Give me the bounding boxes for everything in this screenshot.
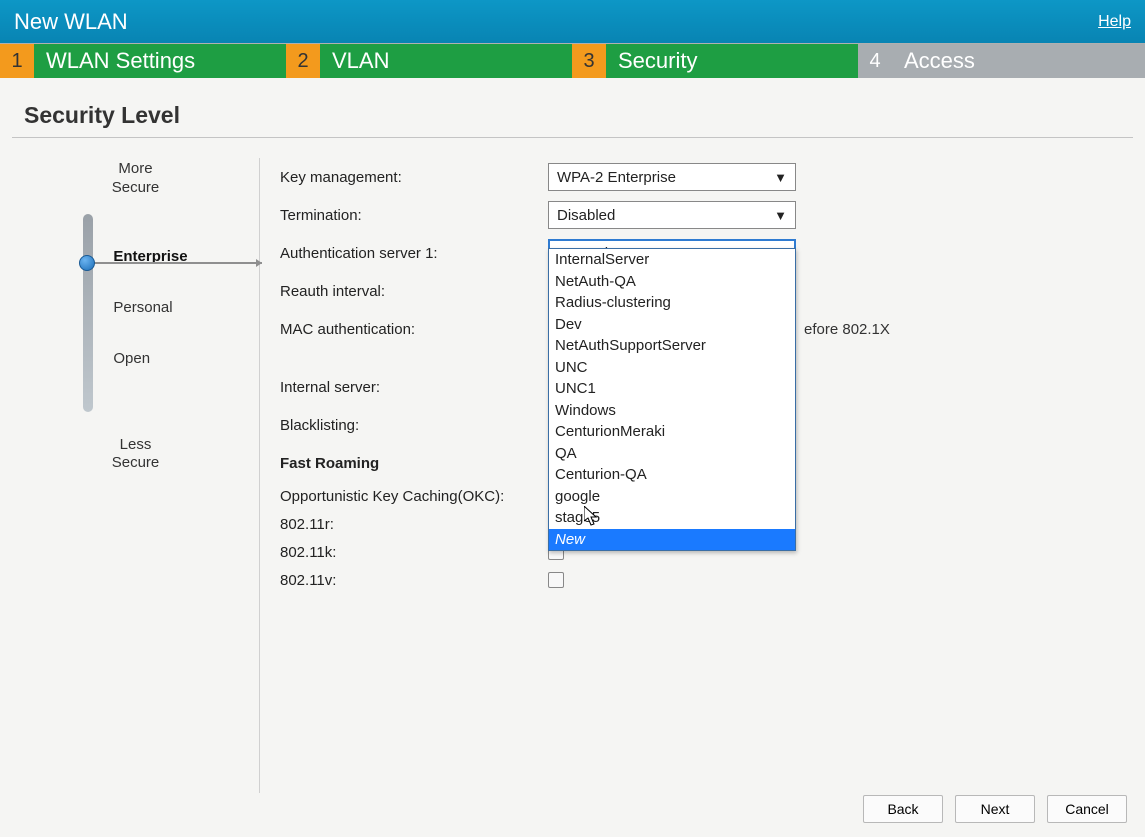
tab-wlan-settings[interactable]: 1 WLAN Settings [0, 44, 286, 78]
slider-box: Enterprise Personal Open [83, 208, 187, 412]
dropdown-item-new[interactable]: New [549, 529, 795, 551]
key-management-row: Key management: WPA-2 Enterprise ▼ [280, 158, 1133, 196]
termination-label: Termination: [280, 207, 548, 224]
dropdown-item[interactable]: google [549, 486, 795, 508]
internal-server-label: Internal server: [280, 379, 548, 396]
level-open[interactable]: Open [113, 350, 187, 367]
mac-auth-label: MAC authentication: [280, 321, 548, 338]
tab-number: 1 [0, 44, 34, 78]
dropdown-item[interactable]: NetAuth-QA [549, 271, 795, 293]
cursor-icon [584, 506, 600, 528]
okc-label: Opportunistic Key Caching(OKC): [280, 488, 548, 505]
tab-access[interactable]: 4 Access [858, 44, 1145, 78]
slider-levels: Enterprise Personal Open [113, 248, 187, 367]
dropdown-item[interactable]: UNC1 [549, 378, 795, 400]
tab-number: 2 [286, 44, 320, 78]
tab-label: WLAN Settings [34, 44, 286, 78]
security-slider-knob[interactable] [79, 255, 95, 271]
more-secure-label: More Secure [112, 160, 160, 198]
blacklisting-label: Blacklisting: [280, 417, 548, 434]
dot11r-label: 802.11r: [280, 516, 548, 533]
wizard-tabs: 1 WLAN Settings 2 VLAN 3 Security 4 Acce… [0, 44, 1145, 78]
termination-select[interactable]: Disabled ▼ [548, 201, 796, 229]
tab-number: 3 [572, 44, 606, 78]
dot11k-label: 802.11k: [280, 544, 548, 561]
dropdown-item[interactable]: Centurion-QA [549, 464, 795, 486]
fast-roaming-label: Fast Roaming [280, 455, 548, 472]
dot11v-row: 802.11v: [280, 566, 1133, 594]
dropdown-item[interactable]: CenturionMeraki [549, 421, 795, 443]
dropdown-item[interactable]: Dev [549, 314, 795, 336]
title-bar: New WLAN Help [0, 0, 1145, 44]
page-heading: Security Level [12, 78, 1133, 138]
auth-server-label: Authentication server 1: [280, 245, 548, 262]
cancel-button[interactable]: Cancel [1047, 795, 1127, 823]
reauth-interval-label: Reauth interval: [280, 283, 548, 300]
back-button[interactable]: Back [863, 795, 943, 823]
tab-label: VLAN [320, 44, 572, 78]
chevron-down-icon: ▼ [774, 170, 787, 185]
slider-indicator-line [92, 262, 262, 264]
tab-number: 4 [858, 44, 892, 78]
dropdown-item[interactable]: Windows [549, 400, 795, 422]
key-management-value: WPA-2 Enterprise [557, 169, 676, 186]
chevron-down-icon: ▼ [774, 208, 787, 223]
tab-security[interactable]: 3 Security [572, 44, 858, 78]
dropdown-item[interactable]: UNC [549, 357, 795, 379]
mac-auth-extra-text: efore 802.1X [804, 321, 890, 338]
key-management-label: Key management: [280, 169, 548, 186]
tab-label: Access [892, 44, 1145, 78]
window-title: New WLAN [14, 9, 128, 35]
termination-row: Termination: Disabled ▼ [280, 196, 1133, 234]
help-link[interactable]: Help [1098, 13, 1131, 31]
key-management-select[interactable]: WPA-2 Enterprise ▼ [548, 163, 796, 191]
less-secure-label: Less Secure [112, 436, 160, 474]
tab-vlan[interactable]: 2 VLAN [286, 44, 572, 78]
dot11v-label: 802.11v: [280, 572, 548, 589]
content-area: More Secure Enterprise Personal Open Les… [0, 138, 1145, 793]
dropdown-item[interactable]: InternalServer [549, 249, 795, 271]
level-personal[interactable]: Personal [113, 299, 187, 316]
security-slider-track[interactable] [83, 214, 93, 412]
next-button[interactable]: Next [955, 795, 1035, 823]
security-slider-panel: More Secure Enterprise Personal Open Les… [12, 158, 260, 793]
security-form: Key management: WPA-2 Enterprise ▼ Termi… [260, 158, 1133, 793]
button-bar: Back Next Cancel [863, 795, 1127, 823]
termination-value: Disabled [557, 207, 615, 224]
dropdown-item[interactable]: Radius-clustering [549, 292, 795, 314]
dot11v-checkbox[interactable] [548, 572, 564, 588]
tab-label: Security [606, 44, 858, 78]
dropdown-item[interactable]: QA [549, 443, 795, 465]
dropdown-item[interactable]: NetAuthSupportServer [549, 335, 795, 357]
